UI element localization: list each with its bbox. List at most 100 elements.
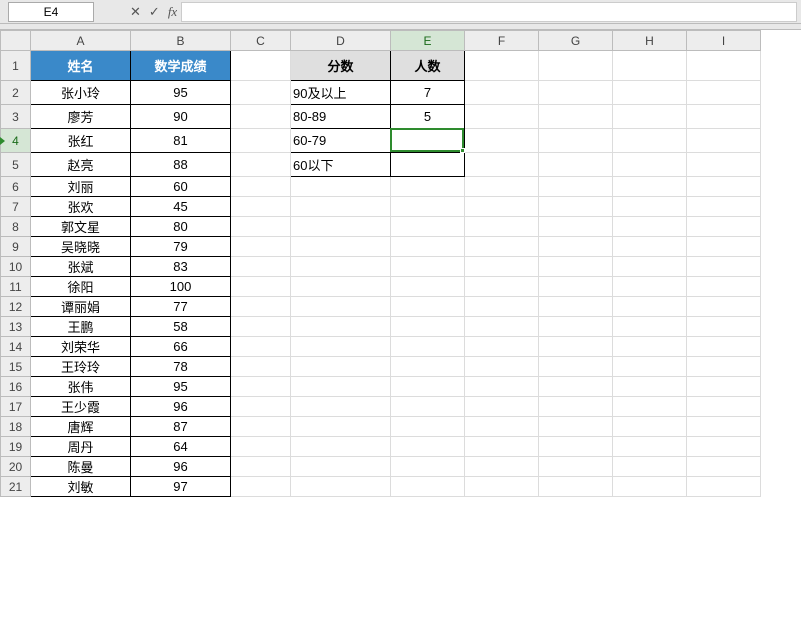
col-head-I[interactable]: I (687, 31, 761, 51)
cell-H2[interactable] (613, 81, 687, 105)
cell-H17[interactable] (613, 397, 687, 417)
cell-C19[interactable] (231, 437, 291, 457)
cell-D10[interactable] (291, 257, 391, 277)
cell-H15[interactable] (613, 357, 687, 377)
cell-G14[interactable] (539, 337, 613, 357)
cell-I15[interactable] (687, 357, 761, 377)
cell-C5[interactable] (231, 153, 291, 177)
cell-E17[interactable] (391, 397, 465, 417)
cell-B4[interactable]: 81 (131, 129, 231, 153)
cell-F2[interactable] (465, 81, 539, 105)
cell-A16[interactable]: 张伟 (31, 377, 131, 397)
col-head-D[interactable]: D (291, 31, 391, 51)
cell-D20[interactable] (291, 457, 391, 477)
cell-F19[interactable] (465, 437, 539, 457)
row-head-3[interactable]: 3 (1, 105, 31, 129)
cell-E14[interactable] (391, 337, 465, 357)
cell-A3[interactable]: 廖芳 (31, 105, 131, 129)
cell-H7[interactable] (613, 197, 687, 217)
col-head-F[interactable]: F (465, 31, 539, 51)
cell-I12[interactable] (687, 297, 761, 317)
cell-G4[interactable] (539, 129, 613, 153)
cell-A5[interactable]: 赵亮 (31, 153, 131, 177)
cell-D6[interactable] (291, 177, 391, 197)
cell-C1[interactable] (231, 51, 291, 81)
cell-H9[interactable] (613, 237, 687, 257)
row-head-7[interactable]: 7 (1, 197, 31, 217)
cell-F12[interactable] (465, 297, 539, 317)
select-all-corner[interactable] (1, 31, 31, 51)
cell-D19[interactable] (291, 437, 391, 457)
fx-icon[interactable]: fx (168, 4, 177, 20)
row-head-18[interactable]: 18 (1, 417, 31, 437)
cell-I19[interactable] (687, 437, 761, 457)
col-head-H[interactable]: H (613, 31, 687, 51)
cell-A7[interactable]: 张欢 (31, 197, 131, 217)
cell-D3[interactable]: 80-89 (291, 105, 391, 129)
cell-D9[interactable] (291, 237, 391, 257)
cell-H20[interactable] (613, 457, 687, 477)
cell-E7[interactable] (391, 197, 465, 217)
cell-B8[interactable]: 80 (131, 217, 231, 237)
cell-A17[interactable]: 王少霞 (31, 397, 131, 417)
cell-B14[interactable]: 66 (131, 337, 231, 357)
cell-I2[interactable] (687, 81, 761, 105)
cell-A8[interactable]: 郭文星 (31, 217, 131, 237)
cell-A21[interactable]: 刘敏 (31, 477, 131, 497)
cell-C10[interactable] (231, 257, 291, 277)
cell-I13[interactable] (687, 317, 761, 337)
cell-H11[interactable] (613, 277, 687, 297)
cell-C6[interactable] (231, 177, 291, 197)
cell-E21[interactable] (391, 477, 465, 497)
row-head-8[interactable]: 8 (1, 217, 31, 237)
cell-B5[interactable]: 88 (131, 153, 231, 177)
cell-G5[interactable] (539, 153, 613, 177)
cell-B15[interactable]: 78 (131, 357, 231, 377)
cell-E18[interactable] (391, 417, 465, 437)
row-head-11[interactable]: 11 (1, 277, 31, 297)
cell-B18[interactable]: 87 (131, 417, 231, 437)
row-head-20[interactable]: 20 (1, 457, 31, 477)
cell-F8[interactable] (465, 217, 539, 237)
cell-C7[interactable] (231, 197, 291, 217)
cell-B1[interactable]: 数学成绩 (131, 51, 231, 81)
cell-E12[interactable] (391, 297, 465, 317)
cell-C21[interactable] (231, 477, 291, 497)
cell-E11[interactable] (391, 277, 465, 297)
cell-B19[interactable]: 64 (131, 437, 231, 457)
cell-H13[interactable] (613, 317, 687, 337)
cell-H1[interactable] (613, 51, 687, 81)
cell-G18[interactable] (539, 417, 613, 437)
cell-H3[interactable] (613, 105, 687, 129)
cell-E20[interactable] (391, 457, 465, 477)
cell-I14[interactable] (687, 337, 761, 357)
cell-F7[interactable] (465, 197, 539, 217)
cell-E9[interactable] (391, 237, 465, 257)
cell-H16[interactable] (613, 377, 687, 397)
row-head-4[interactable]: 4 (1, 129, 31, 153)
cell-C12[interactable] (231, 297, 291, 317)
name-box[interactable]: E4 (8, 2, 94, 22)
cell-I1[interactable] (687, 51, 761, 81)
confirm-icon[interactable]: ✓ (149, 4, 160, 20)
cell-F10[interactable] (465, 257, 539, 277)
cancel-icon[interactable]: ✕ (130, 4, 141, 20)
row-head-16[interactable]: 16 (1, 377, 31, 397)
row-head-13[interactable]: 13 (1, 317, 31, 337)
cell-A12[interactable]: 谭丽娟 (31, 297, 131, 317)
cell-B7[interactable]: 45 (131, 197, 231, 217)
cell-D13[interactable] (291, 317, 391, 337)
cell-B9[interactable]: 79 (131, 237, 231, 257)
cell-A11[interactable]: 徐阳 (31, 277, 131, 297)
cell-A14[interactable]: 刘荣华 (31, 337, 131, 357)
cell-F5[interactable] (465, 153, 539, 177)
row-head-19[interactable]: 19 (1, 437, 31, 457)
cell-G21[interactable] (539, 477, 613, 497)
cell-F14[interactable] (465, 337, 539, 357)
cell-D4[interactable]: 60-79 (291, 129, 391, 153)
cell-H5[interactable] (613, 153, 687, 177)
cell-E10[interactable] (391, 257, 465, 277)
cell-F20[interactable] (465, 457, 539, 477)
cell-I4[interactable] (687, 129, 761, 153)
cell-B10[interactable]: 83 (131, 257, 231, 277)
